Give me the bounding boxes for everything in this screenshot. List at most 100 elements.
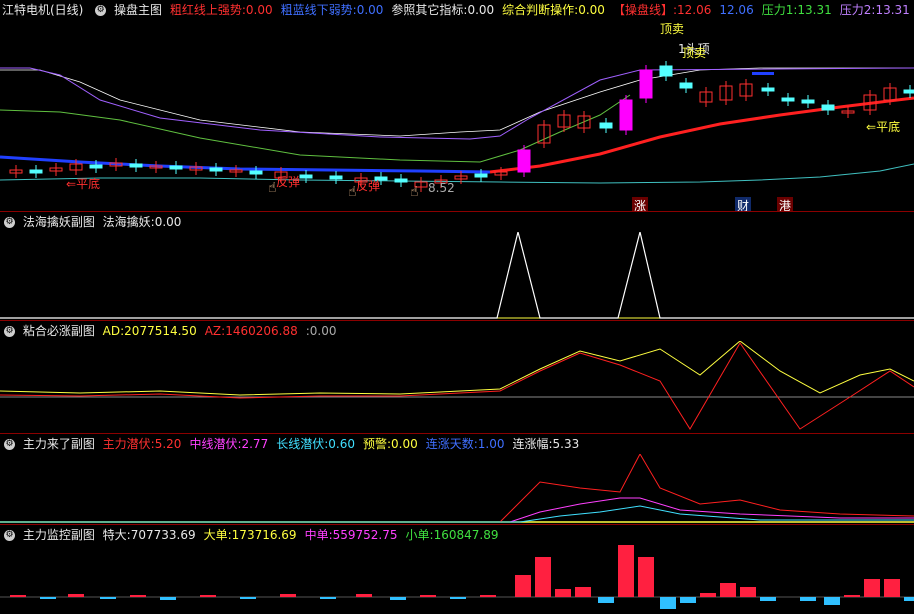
sub1-title[interactable]: 法海擒妖副图: [23, 215, 95, 229]
hand-pointer-icon: ☝: [268, 180, 277, 196]
main-indicator-item: 压力1:13.31: [762, 3, 836, 17]
candlestick: [801, 99, 815, 104]
indicator-name[interactable]: 操盘主图: [114, 3, 162, 17]
main-chart-header: 江特电机(日线) ⚙ 操盘主图 粗红线上强势:0.00 粗蓝线下弱势:0.00 参照…: [0, 0, 914, 20]
volume-bar: [598, 597, 614, 603]
sub4-title[interactable]: 主力监控副图: [23, 528, 95, 542]
volume-bar: [515, 575, 531, 597]
sub3-title[interactable]: 主力来了副图: [23, 437, 95, 451]
gear-icon[interactable]: ⚙: [4, 530, 15, 541]
sub1-indicator-values: 法海擒妖:0.00: [103, 215, 190, 229]
sub4-indicator-item: 小单:160847.89: [406, 528, 503, 542]
candlestick: [761, 87, 775, 92]
sub1-header: ⚙ 法海擒妖副图 法海擒妖:0.00: [0, 212, 914, 232]
indicator-value: 2.77: [241, 437, 269, 451]
volume-bar: [68, 594, 84, 597]
volume-bar: [884, 579, 900, 597]
indicator-value: 160847.89: [433, 528, 499, 542]
sub1-indicator-item: 法海擒妖:0.00: [103, 215, 186, 229]
indicator-value: 5.33: [552, 437, 580, 451]
sub-chart-monitor-pane[interactable]: ⚙ 主力监控副图 特大:707733.69 大单:173716.69 中单:5597…: [0, 525, 914, 614]
sub3-indicator-item: 连涨幅:5.33: [513, 437, 584, 451]
volume-bar: [740, 587, 756, 597]
candlestick: [781, 97, 795, 102]
candlestick: [639, 69, 653, 99]
annotation-price-low: 8.52: [428, 181, 455, 195]
monitor-volume-chart: [0, 545, 914, 609]
indicator-label: 特大:: [102, 528, 131, 542]
indicator-label: 参照其它指标:: [391, 3, 468, 17]
volume-bar: [480, 595, 496, 597]
annotation-low-ping-label: 平底: [76, 177, 101, 191]
hand-pointer-icon: ☝: [410, 184, 419, 200]
indicator-label: 中单:: [304, 528, 333, 542]
indicator-value: 173716.69: [231, 528, 297, 542]
stock-title: 江特电机(日线): [2, 3, 84, 17]
candlestick: [619, 99, 633, 131]
volume-bar: [100, 597, 116, 599]
annotation-low-ping-2: ⇐平底: [866, 120, 901, 134]
fahai-indicator-chart: [0, 232, 914, 319]
sub3-indicator-item: 主力潜伏:5.20: [103, 437, 186, 451]
sub2-indicator-item: :0.00: [306, 324, 341, 338]
candlestick: [599, 122, 613, 129]
gear-icon[interactable]: ⚙: [95, 5, 107, 16]
indicator-label: 小单:: [405, 528, 434, 542]
ad-line: [0, 341, 914, 396]
candlestick: [129, 163, 143, 168]
indicator-label: 法海擒妖:: [102, 215, 155, 229]
candlestick: [679, 82, 693, 89]
indicator-label: AD:: [102, 324, 125, 338]
sub4-indicator-values: 特大:707733.69 大单:173716.69 中单:559752.75 小单:1…: [103, 528, 507, 542]
annotation-low-ping-2-label: 平底: [876, 120, 901, 134]
indicator-value: 12.06: [719, 3, 754, 17]
indicator-label: 连涨幅:: [512, 437, 553, 451]
volume-bar: [575, 587, 591, 597]
indicator-label: 预警:: [362, 437, 392, 451]
volume-bar: [700, 593, 716, 597]
main-indicator-item: 压力2:13.31: [840, 3, 914, 17]
indicator-label: 【操盘线】:: [612, 3, 677, 17]
gear-icon[interactable]: ⚙: [4, 439, 15, 450]
volume-bar: [720, 583, 736, 597]
sub-chart-fahai-pane[interactable]: ⚙ 法海擒妖副图 法海擒妖:0.00: [0, 212, 914, 320]
long-force-line: [0, 505, 914, 523]
volume-bar: [680, 597, 696, 603]
volume-bar: [320, 597, 336, 599]
main-indicator-item: 粗蓝线下弱势:0.00: [281, 3, 388, 17]
volume-bar: [200, 595, 216, 597]
candlestick: [29, 169, 43, 174]
sub-chart-zhuli-pane[interactable]: ⚙ 主力来了副图 主力潜伏:5.20 中线潜伏:2.77 长线潜伏:0.60 预警:0…: [0, 434, 914, 524]
zhuli-indicator-chart: [0, 454, 914, 523]
candlestick: [474, 173, 488, 178]
sub-chart-nianhe-pane[interactable]: ⚙ 粘合必涨副图 AD:2077514.50 AZ:1460206.88:0.00: [0, 321, 914, 433]
main-indicator-item: 参照其它指标:0.00: [391, 3, 498, 17]
sub2-indicator-item: AZ:1460206.88: [205, 324, 302, 338]
gear-icon[interactable]: ⚙: [4, 217, 15, 228]
gear-icon[interactable]: ⚙: [4, 326, 15, 337]
indicator-label: 粗红线上强势:: [169, 3, 246, 17]
indicator-label: 压力1:: [761, 3, 798, 17]
indicator-value: 0.00: [309, 324, 337, 338]
annotation-top-sell: 顶卖: [660, 22, 685, 36]
sub3-header: ⚙ 主力来了副图 主力潜伏:5.20 中线潜伏:2.77 长线潜伏:0.60 预警:0…: [0, 434, 914, 454]
mid-line: [0, 94, 631, 163]
main-chart-pane[interactable]: 江特电机(日线) ⚙ 操盘主图 粗红线上强势:0.00 粗蓝线下弱势:0.00 参照…: [0, 0, 914, 214]
candlestick: [329, 175, 343, 180]
sub3-indicator-item: 中线潜伏:2.77: [189, 437, 272, 451]
main-indicator-item: 综合判断操作:0.00: [502, 3, 609, 17]
sub4-indicator-item: 特大:707733.69: [103, 528, 200, 542]
pressure-marker: [752, 72, 774, 75]
volume-bar: [864, 579, 880, 597]
candlestick: [89, 164, 103, 169]
volume-bar: [160, 597, 176, 600]
candlestick: [517, 149, 531, 173]
candlestick: [209, 167, 223, 172]
volume-bar: [618, 545, 634, 597]
sub3-indicator-item: 长线潜伏:0.60: [276, 437, 359, 451]
indicator-value: 0.00: [245, 3, 273, 17]
sub2-title[interactable]: 粘合必涨副图: [23, 324, 95, 338]
indicator-value: 707733.69: [130, 528, 196, 542]
indicator-value: 0.00: [356, 3, 384, 17]
indicator-value: 13.31: [797, 3, 832, 17]
